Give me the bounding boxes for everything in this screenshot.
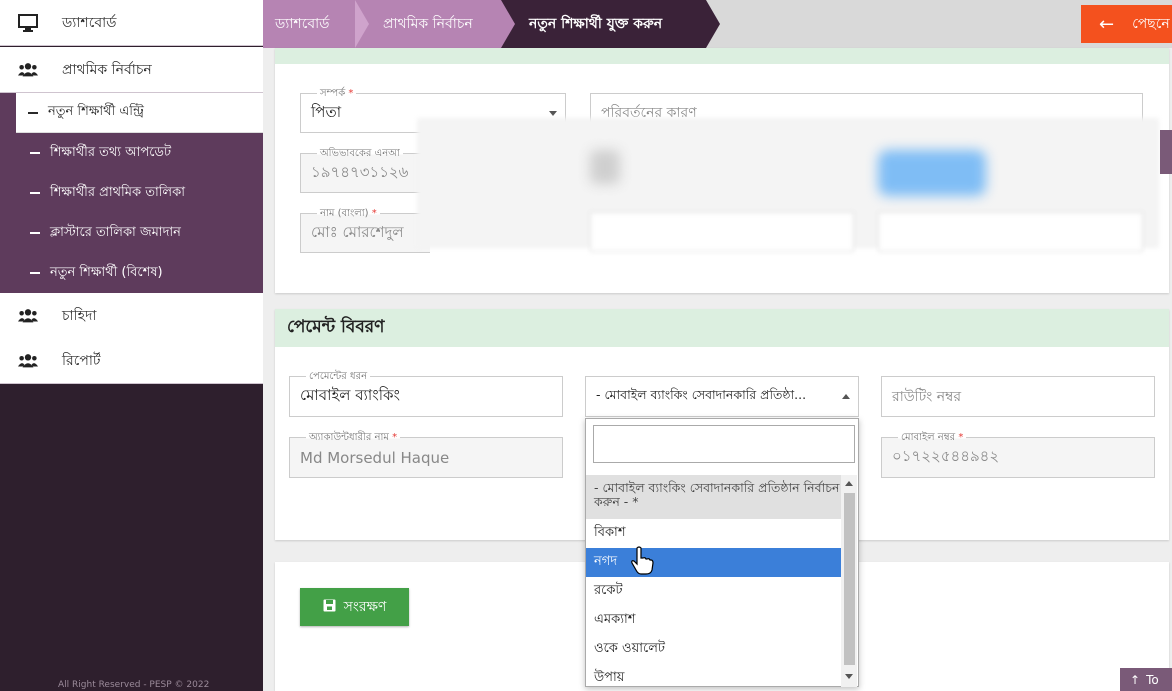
dropdown-option-bkash[interactable]: বিকাশ: [586, 519, 841, 548]
dropdown-option-rocket[interactable]: রকেট: [586, 577, 841, 606]
sidebar: ড্যাশবোর্ড প্রাথমিক নির্বাচন নতুন শিক্ষা…: [0, 0, 263, 691]
account-holder-label: অ্যাকাউন্টধারীর নাম *: [306, 430, 401, 447]
arrow-up-icon: ↑: [1130, 672, 1141, 687]
account-holder-input[interactable]: অ্যাকাউন্টধারীর নাম * Md Morsedul Haque: [289, 430, 563, 478]
save-button[interactable]: সংরক্ষণ: [300, 588, 409, 626]
dropdown-scrollbar[interactable]: [841, 475, 857, 687]
users-icon: [18, 351, 38, 371]
submenu-label: শিক্ষার্থীর তথ্য আপডেট: [50, 144, 172, 160]
breadcrumb: ড্যাশবোর্ড প্রাথমিক নির্বাচন নতুন শিক্ষা…: [263, 0, 1172, 48]
submenu-label: ক্লাস্টারে তালিকা জমাদান: [50, 224, 181, 240]
payment-type-label: পেমেন্টের ধরন: [306, 369, 371, 386]
payment-type-select[interactable]: পেমেন্টের ধরন মোবাইল ব্যাংকিং: [289, 369, 563, 417]
routing-placeholder: রাউটিং নম্বর: [892, 388, 962, 405]
breadcrumb-separator: [355, 0, 369, 48]
submenu-label: নতুন শিক্ষার্থী এন্ট্রি: [48, 104, 144, 119]
scroll-down-icon[interactable]: [845, 674, 853, 679]
submenu-item-primary-list[interactable]: শিক্ষার্থীর প্রাথমিক তালিকা: [0, 173, 263, 213]
dropdown-option-nagad[interactable]: নগদ: [586, 548, 841, 577]
sidebar-item-primary-selection[interactable]: প্রাথমিক নির্বাচন: [0, 47, 263, 93]
routing-number-input[interactable]: রাউটিং নম্বর: [881, 376, 1155, 417]
guardian-nid-label: অভিভাবকের এনআ: [317, 146, 403, 163]
guardian-card-header: [275, 48, 1169, 64]
caret-down-icon: [549, 111, 557, 116]
submenu-label: নতুন শিক্ষার্থী (বিশেষ): [50, 264, 163, 280]
breadcrumb-label: নতুন শিক্ষার্থী যুক্ত করুন: [529, 16, 663, 32]
sidebar-item-label: রিপোর্ট: [62, 352, 101, 369]
save-label: সংরক্ষণ: [343, 599, 387, 615]
relation-value: পিতা: [311, 102, 342, 121]
hand-cursor-icon: [630, 546, 654, 580]
breadcrumb-label: প্রাথমিক নির্বাচন: [383, 16, 473, 32]
caret-up-icon: [842, 394, 850, 399]
sidebar-item-label: ড্যাশবোর্ড: [62, 14, 117, 31]
mobile-number-input[interactable]: মোবাইল নম্বর * ০১৭২২৫৪৪৯৪২: [881, 430, 1155, 478]
provider-dropdown: - মোবাইল ব্যাংকিং সেবাদানকারি প্রতিষ্ঠান…: [585, 418, 859, 687]
submenu-item-new-student-special[interactable]: নতুন শিক্ষার্থী (বিশেষ): [0, 253, 263, 293]
dropdown-option-mcash[interactable]: এমক্যাশ: [586, 606, 841, 635]
payment-type-value: মোবাইল ব্যাংকিং: [300, 386, 400, 404]
dropdown-search-input[interactable]: [593, 425, 855, 463]
users-icon: [18, 60, 38, 80]
sidebar-item-demand[interactable]: চাহিদা: [0, 293, 263, 339]
breadcrumb-item-current: নতুন শিক্ষার্থী যুক্ত করুন: [501, 0, 706, 48]
dropdown-option-ok-wallet[interactable]: ওকে ওয়ালেট: [586, 635, 841, 664]
copyright-text: All Right Reserved - PESP © 2022: [58, 680, 210, 690]
redacted-region: [878, 150, 986, 196]
breadcrumb-separator: [706, 0, 720, 48]
side-panel-tab[interactable]: [1160, 130, 1172, 174]
submenu-item-cluster-submit[interactable]: ক্লাস্টারে তালিকা জমাদান: [0, 213, 263, 253]
redacted-region: [590, 150, 620, 184]
dash-icon: [30, 152, 40, 154]
sidebar-item-label: প্রাথমিক নির্বাচন: [62, 61, 152, 78]
guardian-nid-input[interactable]: অভিভাবকের এনআ ১৯৭৪৭৩১১২৬: [300, 146, 430, 193]
mobile-number-value: ০১৭২২৫৪৪৯৪২: [892, 447, 1000, 465]
sidebar-item-report[interactable]: রিপোর্ট: [0, 338, 263, 384]
sidebar-item-dashboard[interactable]: ড্যাশবোর্ড: [0, 0, 263, 46]
dash-icon: [30, 192, 40, 194]
scroll-up-icon[interactable]: [845, 481, 853, 486]
scrollbar-thumb[interactable]: [844, 493, 855, 665]
sidebar-item-label: চাহিদা: [62, 307, 97, 324]
breadcrumb-separator: [501, 0, 515, 48]
breadcrumb-item-primary-selection[interactable]: প্রাথমিক নির্বাচন: [355, 0, 501, 48]
sidebar-submenu: নতুন শিক্ষার্থী এন্ট্রি শিক্ষার্থীর তথ্য…: [0, 93, 263, 293]
payment-section-title: পেমেন্ট বিবরণ: [275, 309, 1169, 347]
provider-select[interactable]: - মোবাইল ব্যাংকিং সেবাদানকারি প্রতিষ্ঠা.…: [585, 376, 859, 417]
submenu-item-student-info-update[interactable]: শিক্ষার্থীর তথ্য আপডেট: [0, 133, 263, 173]
users-icon: [18, 306, 38, 326]
submenu-label: শিক্ষার্থীর প্রাথমিক তালিকা: [50, 184, 185, 200]
redacted-field: [590, 212, 854, 252]
guardian-name-input[interactable]: নাম (বাংলা) * মোঃ মোরশেদুল: [300, 206, 430, 253]
relation-label: সম্পর্ক *: [317, 86, 357, 103]
back-button[interactable]: ← পেছনে: [1081, 5, 1172, 43]
guardian-name-value: মোঃ মোরশেদুল: [311, 222, 404, 241]
dropdown-options-list: - মোবাইল ব্যাংকিং সেবাদানকারি প্রতিষ্ঠান…: [586, 475, 841, 691]
dash-icon: [28, 111, 38, 114]
redacted-field: [878, 212, 1143, 252]
breadcrumb-label: ড্যাশবোর্ড: [275, 16, 330, 32]
arrow-left-icon: ←: [1099, 13, 1115, 35]
mobile-number-label: মোবাইল নম্বর *: [898, 430, 967, 447]
dash-icon: [30, 272, 40, 274]
submenu-item-new-student-entry[interactable]: নতুন শিক্ষার্থী এন্ট্রি: [16, 93, 263, 133]
dropdown-option-placeholder: - মোবাইল ব্যাংকিং সেবাদানকারি প্রতিষ্ঠান…: [586, 475, 841, 519]
account-holder-value: Md Morsedul Haque: [300, 448, 450, 467]
guardian-nid-value: ১৯৭৪৭৩১১২৬: [311, 162, 409, 181]
scroll-to-top-button[interactable]: ↑ To: [1120, 668, 1172, 691]
dash-icon: [30, 232, 40, 234]
floppy-disk-icon: [323, 599, 336, 616]
guardian-name-label: নাম (বাংলা) *: [317, 206, 380, 223]
back-label: পেছনে: [1132, 16, 1170, 32]
breadcrumb-item-dashboard[interactable]: ড্যাশবোর্ড: [263, 0, 363, 48]
dropdown-option-upay[interactable]: উপায়: [586, 664, 841, 691]
to-top-label: To: [1146, 672, 1159, 687]
provider-value: - মোবাইল ব্যাংকিং সেবাদানকারি প্রতিষ্ঠা.…: [596, 386, 807, 402]
monitor-icon: [18, 13, 38, 33]
